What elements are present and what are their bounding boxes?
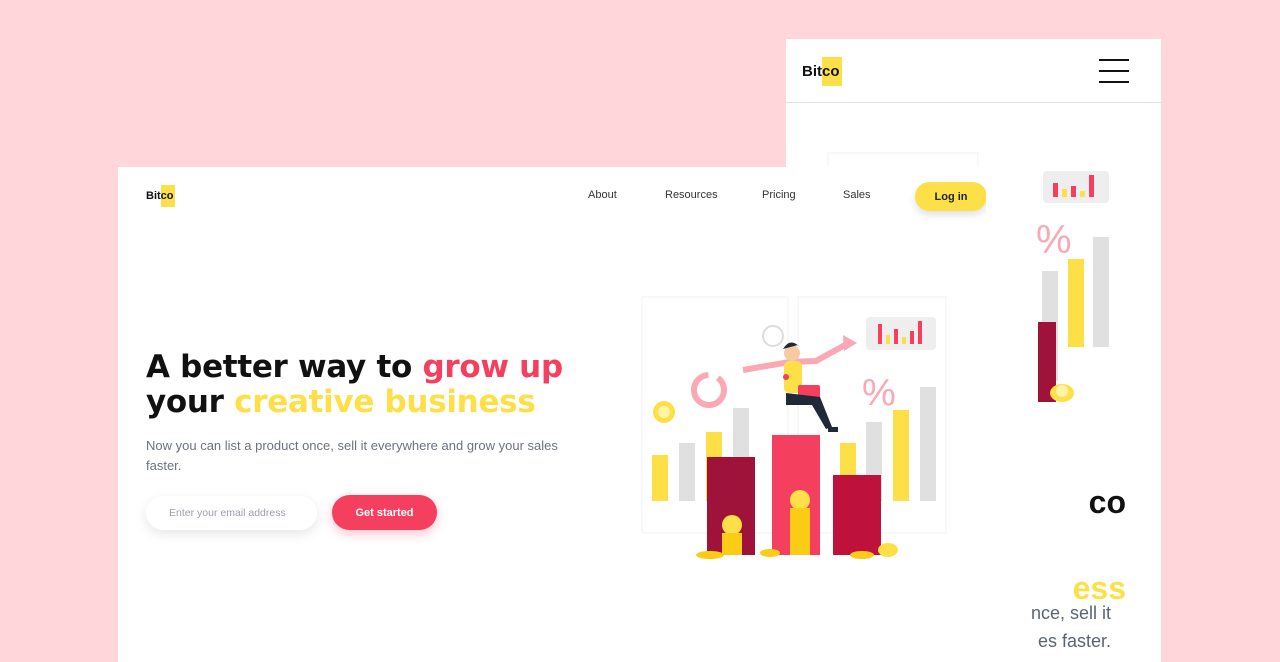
email-field-wrapper <box>146 496 317 530</box>
title-line1-accent: grow up <box>422 349 563 385</box>
title-line2-accent: creative business <box>234 384 536 420</box>
logo[interactable]: Bit co <box>146 185 175 207</box>
logo-highlight: co <box>822 56 842 86</box>
mobile-logo[interactable]: Bit co <box>802 55 842 87</box>
nav-sales[interactable]: Sales <box>843 189 871 201</box>
percent-icon: % <box>1036 218 1072 262</box>
get-started-button[interactable]: Get started <box>332 495 437 530</box>
nav-pricing[interactable]: Pricing <box>762 189 796 201</box>
nav-resources[interactable]: Resources <box>665 189 718 201</box>
hamburger-menu-icon[interactable] <box>1099 59 1129 83</box>
title-line2-plain: your <box>146 384 235 420</box>
nav-about[interactable]: About <box>588 189 617 201</box>
title-line1-plain: A better way to <box>146 349 423 385</box>
navbar: Bit co About Resources Pricing Sales Log … <box>118 167 986 227</box>
desktop-preview: Bit co About Resources Pricing Sales Log … <box>118 167 986 662</box>
logo-prefix: Bit <box>146 190 161 202</box>
login-button[interactable]: Log in <box>915 182 986 211</box>
hero-title: A better way to grow up your creative bus… <box>146 350 563 420</box>
logo-prefix: Bit <box>802 62 822 80</box>
hero-illustration: % <box>641 296 947 559</box>
logo-highlight: co <box>160 185 175 207</box>
percent-icon: % <box>862 372 896 414</box>
hero-subtitle: Now you can list a product once, sell it… <box>146 438 558 473</box>
mobile-header: Bit co <box>786 39 1161 103</box>
email-input[interactable] <box>146 496 317 530</box>
